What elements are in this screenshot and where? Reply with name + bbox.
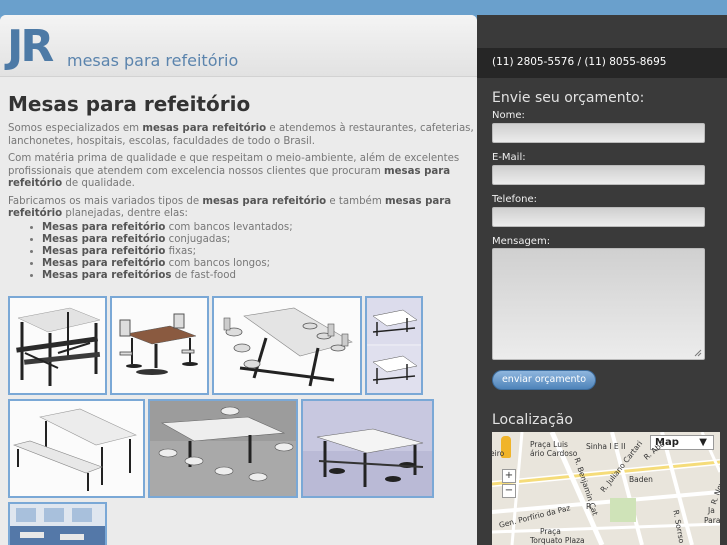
message-label: Mensagem:: [492, 236, 551, 247]
intro-paragraph: Somos especializados em mesas para refei…: [8, 123, 474, 147]
product-image-long-benches[interactable]: [365, 296, 423, 395]
product-image-raised-benches[interactable]: [8, 296, 107, 395]
send-quote-button[interactable]: enviar orçamento: [492, 370, 596, 390]
product-image-table-benches-blue[interactable]: [301, 399, 434, 498]
map-label: Baden: [629, 475, 653, 484]
map-label: Praça: [540, 527, 561, 536]
map-label: eiro: [492, 449, 505, 458]
sidebar: (11) 2805-5576 / (11) 8055-8695 Envie se…: [477, 15, 727, 545]
zoom-in-button[interactable]: +: [502, 469, 516, 483]
phone-bar: (11) 2805-5576 / (11) 8055-8695: [477, 48, 727, 78]
product-image-fastfood-tables[interactable]: [148, 399, 298, 498]
message-field[interactable]: [492, 248, 705, 360]
product-image-bench-table[interactable]: [8, 399, 145, 498]
types-paragraph: Fabricamos os mais variados tipos de mes…: [8, 195, 452, 220]
resize-handle-icon[interactable]: [694, 349, 702, 357]
logo-text[interactable]: mesas para refeitório: [67, 51, 238, 71]
chevron-down-icon: ▼: [699, 437, 707, 448]
top-strip: [0, 0, 727, 16]
map-label: ário Cardoso: [530, 449, 578, 458]
list-item: Mesas para refeitório com bancos levanta…: [42, 222, 477, 234]
map-label: Praça Luis: [530, 440, 568, 449]
map-label: Para: [704, 516, 720, 525]
map-label: Sinha I E II: [586, 442, 626, 451]
product-image-dining-hall[interactable]: [8, 502, 107, 545]
logo-mark[interactable]: JR: [7, 23, 54, 71]
map-label: Ja: [708, 506, 715, 515]
phone-label: Telefone:: [492, 194, 537, 205]
zoom-out-button[interactable]: −: [502, 484, 516, 498]
page-title: Mesas para refeitório: [8, 92, 251, 116]
product-image-joined-tables[interactable]: [110, 296, 209, 395]
email-label: E-Mail:: [492, 152, 526, 163]
phone-field[interactable]: [492, 207, 705, 227]
site-header: JR mesas para refeitório: [0, 15, 477, 77]
email-field[interactable]: [492, 165, 705, 185]
list-item: Mesas para refeitório fixas;: [42, 246, 477, 258]
types-list: Mesas para refeitório com bancos levanta…: [42, 222, 477, 283]
phone-numbers: (11) 2805-5576 / (11) 8055-8695: [492, 56, 667, 68]
location-map[interactable]: + − Map ▼ Praça Luis eiro ário Cardoso S…: [492, 432, 720, 545]
main-content: Mesas para refeitório Somos especializad…: [8, 91, 477, 283]
main-panel: JR mesas para refeitório Mesas para refe…: [0, 15, 477, 545]
name-label: Nome:: [492, 110, 525, 121]
location-title: Localização: [492, 412, 573, 428]
list-item: Mesas para refeitório conjugadas;: [42, 234, 477, 246]
map-label: Torquato Plaza: [530, 536, 585, 545]
quote-form-title: Envie seu orçamento:: [492, 90, 645, 106]
quality-paragraph: Com matéria prima de qualidade e que res…: [8, 153, 460, 189]
name-field[interactable]: [492, 123, 705, 143]
list-item: Mesas para refeitório com bancos longos;: [42, 258, 477, 270]
map-label: R.: [586, 502, 594, 511]
product-image-fixed-tables[interactable]: [212, 296, 362, 395]
list-item: Mesas para refeitórios de fast-food: [42, 270, 477, 282]
